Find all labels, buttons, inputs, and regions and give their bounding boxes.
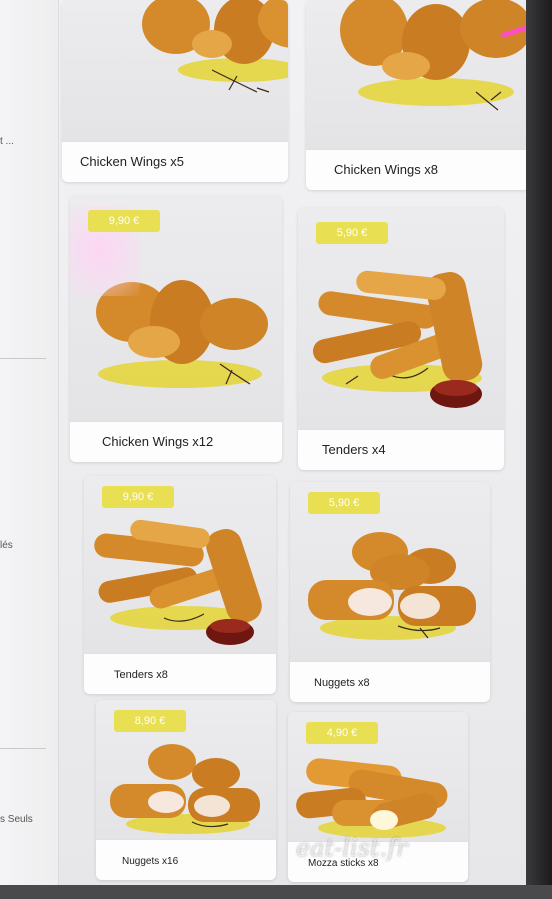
product-name: Tenders x4 xyxy=(322,442,386,457)
sidebar-item[interactable]: s Seuls xyxy=(0,814,33,825)
product-image: 8,90 € xyxy=(96,700,276,840)
product-name: Chicken Wings x8 xyxy=(334,162,439,177)
sidebar-item[interactable]: lés xyxy=(0,540,13,551)
product-name: Chicken Wings x5 xyxy=(80,154,185,169)
product-name: Nuggets x8 xyxy=(314,677,370,689)
product-card[interactable]: 5,90 € Tenders x4 xyxy=(298,208,504,470)
product-image: 4,90 € xyxy=(288,712,468,842)
price-badge: 9,90 € xyxy=(102,486,174,508)
product-name: Nuggets x16 xyxy=(122,856,179,867)
kiosk-bezel xyxy=(526,0,552,885)
price-badge: 9,90 € xyxy=(88,210,160,232)
product-image xyxy=(306,0,536,150)
category-sidebar: t ... lés s Seuls xyxy=(0,0,59,885)
product-card[interactable]: Chicken Wings x8 xyxy=(306,0,536,190)
price-badge: 8,90 € xyxy=(114,710,186,732)
bottom-bar xyxy=(0,885,552,899)
price-badge: 5,90 € xyxy=(308,492,380,514)
product-image: 5,90 € xyxy=(298,208,504,430)
product-image: 5,90 € xyxy=(290,482,490,662)
product-card[interactable]: 8,90 € Nuggets x16 xyxy=(96,700,276,880)
product-card[interactable]: 9,90 € Tenders x8 xyxy=(84,476,276,694)
product-name: Chicken Wings x12 xyxy=(102,434,214,449)
sidebar-item[interactable]: t ... xyxy=(0,136,14,147)
price-badge: 4,90 € xyxy=(306,722,378,744)
product-card[interactable]: Chicken Wings x5 xyxy=(62,0,288,182)
product-name: Tenders x8 xyxy=(114,669,168,681)
price-badge: 5,90 € xyxy=(316,222,388,244)
product-card[interactable]: 9,90 € Chicken Wings x12 xyxy=(70,196,282,462)
chicken-wings-icon xyxy=(142,0,288,93)
product-image xyxy=(62,0,288,142)
sidebar-divider xyxy=(0,748,46,749)
sidebar-divider xyxy=(0,358,46,359)
chicken-wings-icon xyxy=(340,0,532,111)
kiosk-screen: t ... lés s Seuls Chicken Wings x5 Chick… xyxy=(0,0,552,885)
product-image: 9,90 € xyxy=(70,196,282,422)
product-image: 9,90 € xyxy=(84,476,276,654)
product-card[interactable]: 5,90 € Nuggets x8 xyxy=(290,482,490,702)
watermark-text: eat-list.fr xyxy=(296,834,408,862)
